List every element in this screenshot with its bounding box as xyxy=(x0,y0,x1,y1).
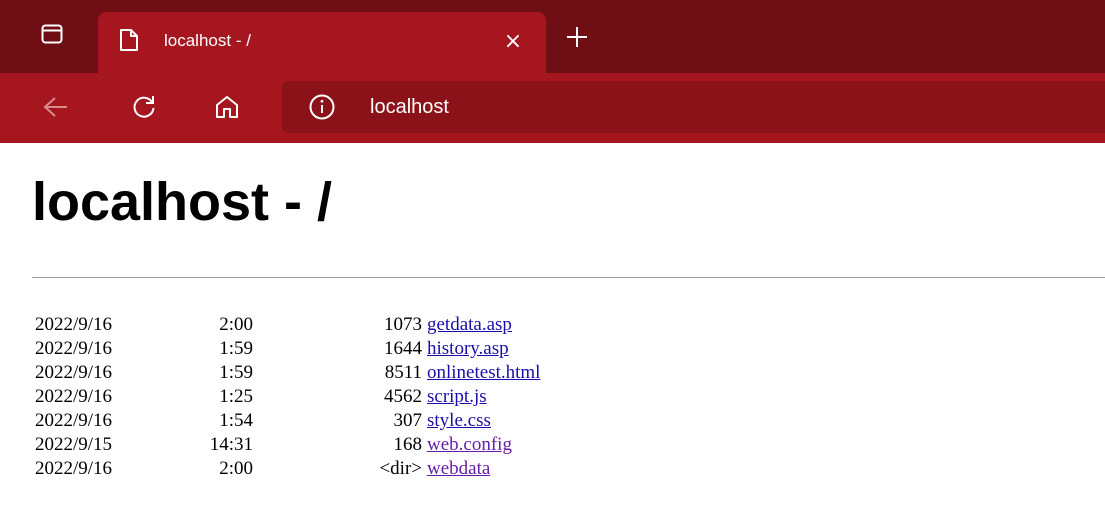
entry-link[interactable]: onlinetest.html xyxy=(427,361,540,385)
address-bar[interactable]: localhost xyxy=(282,81,1105,133)
entry-time: 1:59 xyxy=(219,362,253,383)
entry-size: 168 xyxy=(393,434,423,455)
entry-date: 2022/9/16 xyxy=(35,362,113,383)
entry-size: 1644 xyxy=(384,338,422,359)
page-title: localhost - / xyxy=(32,172,333,232)
entry-time: 14:31 xyxy=(209,434,253,455)
tab-title: localhost - / xyxy=(164,31,251,50)
refresh-icon xyxy=(131,94,157,120)
entry-link[interactable]: webdata xyxy=(427,457,490,481)
tab-close-button[interactable]: × xyxy=(498,26,528,56)
info-icon[interactable] xyxy=(308,93,336,121)
entry-link[interactable]: history.asp xyxy=(427,337,509,361)
entry-link[interactable]: getdata.asp xyxy=(427,313,512,337)
entry-size: 307 xyxy=(393,410,423,431)
active-tab[interactable]: localhost - / × xyxy=(98,12,546,73)
tab-strip: localhost - / × xyxy=(0,0,1105,73)
page-icon xyxy=(118,28,140,52)
entry-size: 8511 xyxy=(384,362,422,383)
entry-size: <dir> xyxy=(379,458,422,479)
entry-time: 1:59 xyxy=(219,338,253,359)
refresh-button[interactable] xyxy=(126,89,162,125)
divider xyxy=(32,277,1105,278)
home-icon xyxy=(214,94,240,120)
entry-link[interactable]: script.js xyxy=(427,385,487,409)
tab-actions-button[interactable] xyxy=(20,12,84,56)
entry-date: 2022/9/16 xyxy=(35,386,113,407)
url-text: localhost xyxy=(370,96,449,118)
back-button[interactable] xyxy=(38,89,74,125)
entry-time: 2:00 xyxy=(219,314,253,335)
entry-date: 2022/9/16 xyxy=(35,338,113,359)
entry-date: 2022/9/16 xyxy=(35,410,113,431)
entry-size: 4562 xyxy=(384,386,422,407)
plus-icon xyxy=(566,26,588,48)
entry-link[interactable]: web.config xyxy=(427,433,512,457)
entry-size: 1073 xyxy=(384,314,422,335)
navigation-toolbar: localhost xyxy=(0,73,1105,143)
entry-time: 2:00 xyxy=(219,458,253,479)
entry-time: 1:54 xyxy=(219,410,253,431)
entry-date: 2022/9/16 xyxy=(35,458,113,479)
back-arrow-icon xyxy=(43,96,69,118)
new-tab-button[interactable] xyxy=(560,20,594,54)
entry-date: 2022/9/16 xyxy=(35,314,113,335)
tab-actions-icon xyxy=(41,24,63,44)
close-icon: × xyxy=(503,28,523,54)
entry-time: 1:25 xyxy=(219,386,253,407)
entry-date: 2022/9/15 xyxy=(35,434,113,455)
entry-link[interactable]: style.css xyxy=(427,409,491,433)
home-button[interactable] xyxy=(209,89,245,125)
